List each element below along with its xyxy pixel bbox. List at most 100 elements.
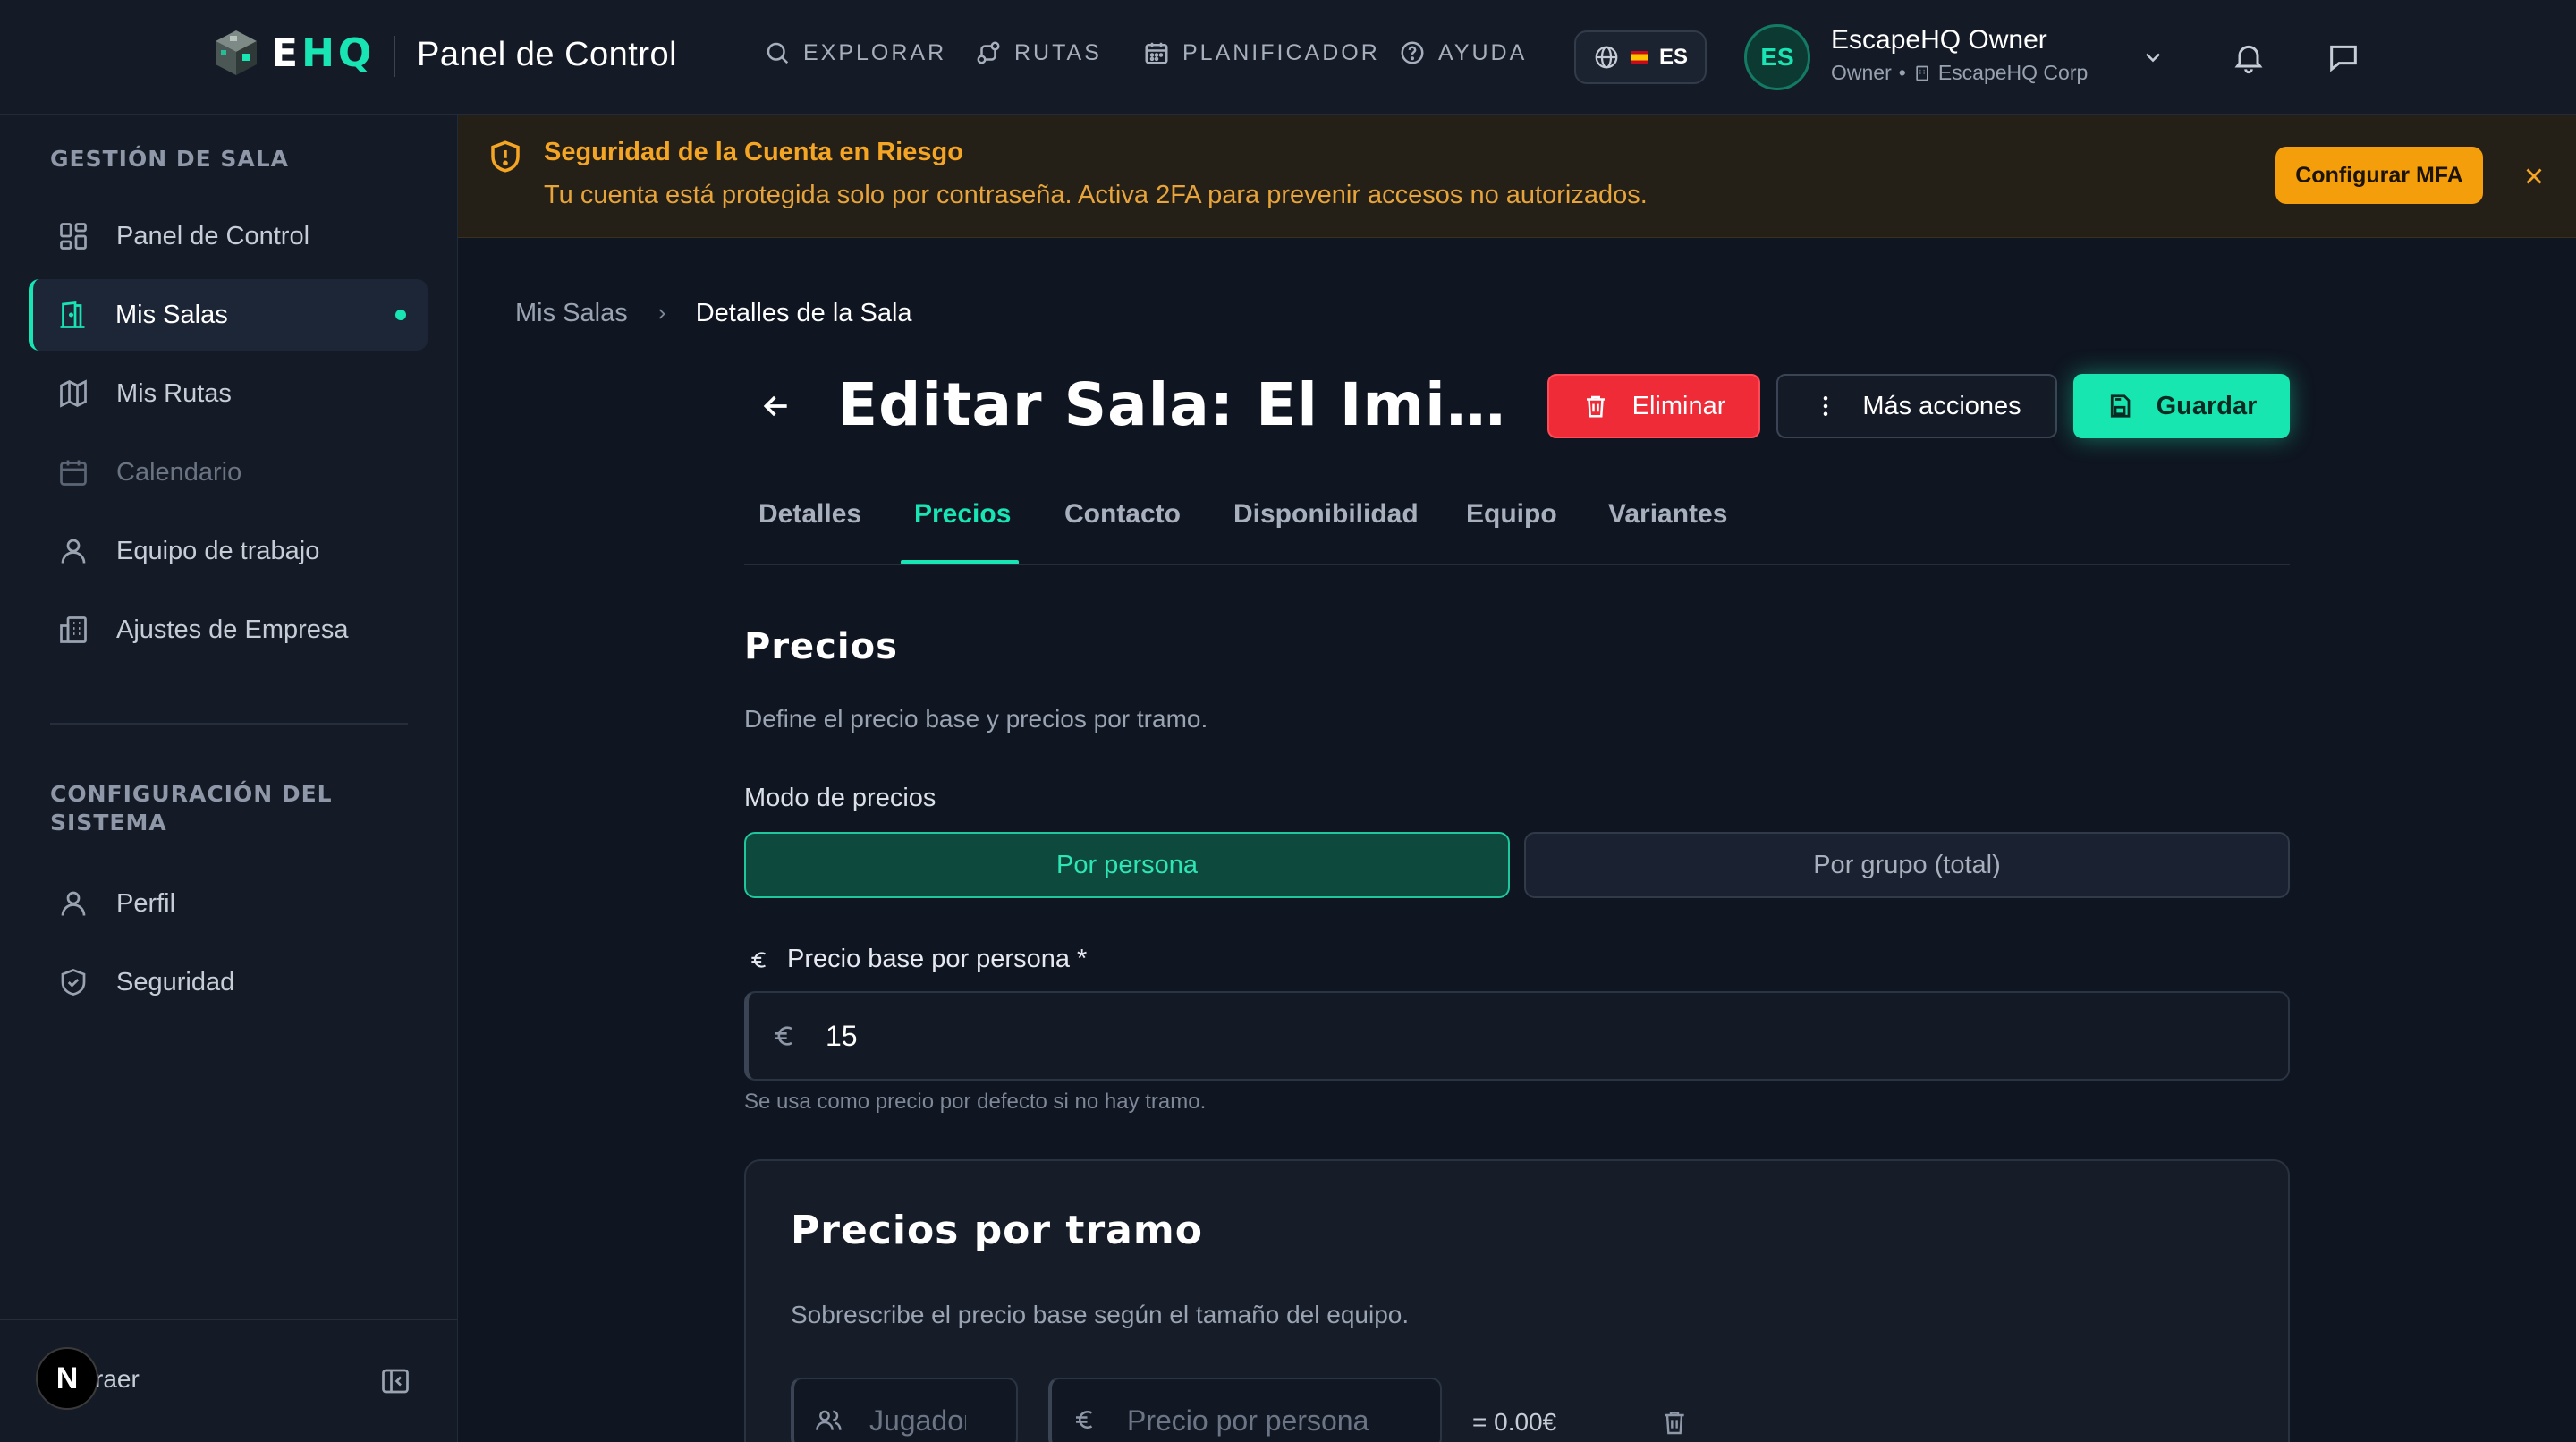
tab-availability[interactable]: Disponibilidad [1233,499,1419,530]
shield-alert-icon [487,138,524,175]
section-description: Define el precio base y precios por tram… [744,705,1208,733]
sidebar-item-profile[interactable]: Perfil [29,868,428,939]
sidebar: GESTIÓN DE SALA Panel de Control Mis Sal… [0,115,458,1442]
nav-ayuda[interactable]: AYUDA [1399,39,1527,66]
save-button[interactable]: Guardar [2073,374,2290,438]
sidebar-item-label: Ajustes de Empresa [116,615,349,644]
nav-planificador[interactable]: PLANIFICADOR [1143,39,1380,66]
tier-pricing-title: Precios por tramo [791,1208,1203,1253]
help-icon [1399,39,1426,66]
breadcrumb-link-rooms[interactable]: Mis Salas [515,299,628,328]
tier-pricing-description: Sobrescribe el precio base según el tama… [791,1301,1410,1328]
tier-pricing-card: Precios por tramo Sobrescribe el precio … [744,1159,2290,1442]
top-bar: EHQ Panel de Control EXPLORAR RUTAS PLAN… [0,0,2576,115]
route-icon [975,39,1002,66]
language-code: ES [1658,45,1688,69]
bell-icon[interactable] [2231,39,2267,75]
base-price-hint: Se usa como precio por defecto si no hay… [744,1090,1207,1114]
sidebar-item-label: Mis Rutas [116,378,232,408]
tab-contact[interactable]: Contacto [1064,499,1181,530]
calendar-icon [1143,39,1170,66]
calendar-icon [57,456,89,488]
more-actions-button[interactable]: Más acciones [1776,374,2057,438]
dev-tools-badge[interactable]: N [36,1347,98,1410]
trash-icon[interactable] [1660,1408,1689,1437]
dashboard-icon [57,220,89,252]
user-meta: Owner • EscapeHQ Corp [1831,61,2088,85]
nav-label: EXPLORAR [803,39,947,65]
tab-bar: Detalles Precios Contacto Disponibilidad… [744,490,2290,565]
configure-mfa-button[interactable]: Configurar MFA [2275,147,2483,204]
delete-button[interactable]: Eliminar [1547,374,1760,438]
shield-check-icon [57,966,89,998]
pricing-mode-group[interactable]: Por grupo (total) [1524,832,2290,898]
sidebar-item-label: Mis Salas [115,300,228,329]
collapse-label[interactable]: raer [95,1365,140,1394]
close-icon[interactable] [2521,163,2547,190]
nav-rutas[interactable]: RUTAS [975,39,1102,66]
sidebar-footer-divider [0,1319,457,1320]
sidebar-item-security[interactable]: Seguridad [29,946,428,1018]
user-company: EscapeHQ Corp [1937,61,2089,84]
brand-logo[interactable]: EHQ [210,27,375,79]
building-icon [57,614,89,646]
sidebar-item-routes[interactable]: Mis Rutas [29,358,428,429]
door-icon [56,299,89,331]
save-label: Guardar [2156,391,2258,420]
language-selector[interactable]: ES [1574,30,1707,84]
sidebar-item-label: Seguridad [116,967,235,997]
chevron-right-icon [653,305,671,323]
active-indicator-dot [395,310,406,320]
more-vertical-icon [1812,393,1839,420]
euro-icon [1072,1406,1098,1433]
nav-label: RUTAS [1014,39,1102,65]
base-price-label: Precio base por persona * [748,945,1087,974]
chevron-down-icon[interactable] [2140,45,2165,70]
tab-prices[interactable]: Precios [914,499,1011,530]
sidebar-heading-room-management: GESTIÓN DE SALA [50,146,290,172]
separator-dot: • [1898,61,1906,84]
active-tab-indicator [901,560,1019,564]
sidebar-item-rooms[interactable]: Mis Salas [29,279,428,351]
breadcrumb-current: Detalles de la Sala [695,299,912,327]
avatar[interactable]: ES [1744,24,1810,90]
tab-variants[interactable]: Variantes [1608,499,1727,530]
nav-explorar[interactable]: EXPLORAR [764,39,946,66]
euro-icon [748,948,771,971]
message-icon[interactable] [2326,39,2361,75]
spain-flag-icon [1630,51,1648,64]
pricing-mode-label: Modo de precios [744,784,936,812]
sidebar-item-dashboard[interactable]: Panel de Control [29,200,428,272]
base-price-label-text: Precio base por persona * [787,945,1088,973]
trash-icon [1582,393,1609,420]
sidebar-item-label: Calendario [116,457,242,487]
back-arrow-icon[interactable] [758,388,794,424]
sidebar-item-company-settings[interactable]: Ajustes de Empresa [29,594,428,666]
delete-label: Eliminar [1631,391,1726,420]
tier-price-input[interactable]: Precio por persona [1048,1378,1442,1442]
user-name[interactable]: EscapeHQ Owner [1831,25,2047,55]
sidebar-collapse-icon[interactable] [379,1365,411,1397]
base-price-value: 15 [826,1020,858,1052]
users-icon [814,1406,843,1435]
search-icon [764,39,791,66]
tab-details[interactable]: Detalles [758,499,861,530]
breadcrumb: Mis Salas Detalles de la Sala [515,299,912,328]
user-role: Owner [1831,61,1892,84]
sidebar-item-team[interactable]: Equipo de trabajo [29,515,428,587]
globe-icon [1593,44,1620,71]
nav-label: AYUDA [1438,39,1528,65]
page-title: Editar Sala: El Imitador [837,370,1510,439]
logo-wordmark: EHQ [271,30,376,76]
tab-team[interactable]: Equipo [1466,499,1557,530]
tier-players-input[interactable]: Jugadores [791,1378,1018,1442]
more-actions-label: Más acciones [1862,391,2021,420]
sidebar-item-label: Equipo de trabajo [116,536,320,565]
pricing-mode-per-person[interactable]: Por persona [744,832,1510,898]
alert-message: Tu cuenta está protegida solo por contra… [544,181,1648,209]
sidebar-item-calendar[interactable]: Calendario [29,437,428,508]
base-price-input[interactable]: 15 [744,991,2290,1081]
euro-icon [770,1022,799,1050]
app-title: Panel de Control [417,36,678,73]
section-title: Precios [744,626,898,667]
